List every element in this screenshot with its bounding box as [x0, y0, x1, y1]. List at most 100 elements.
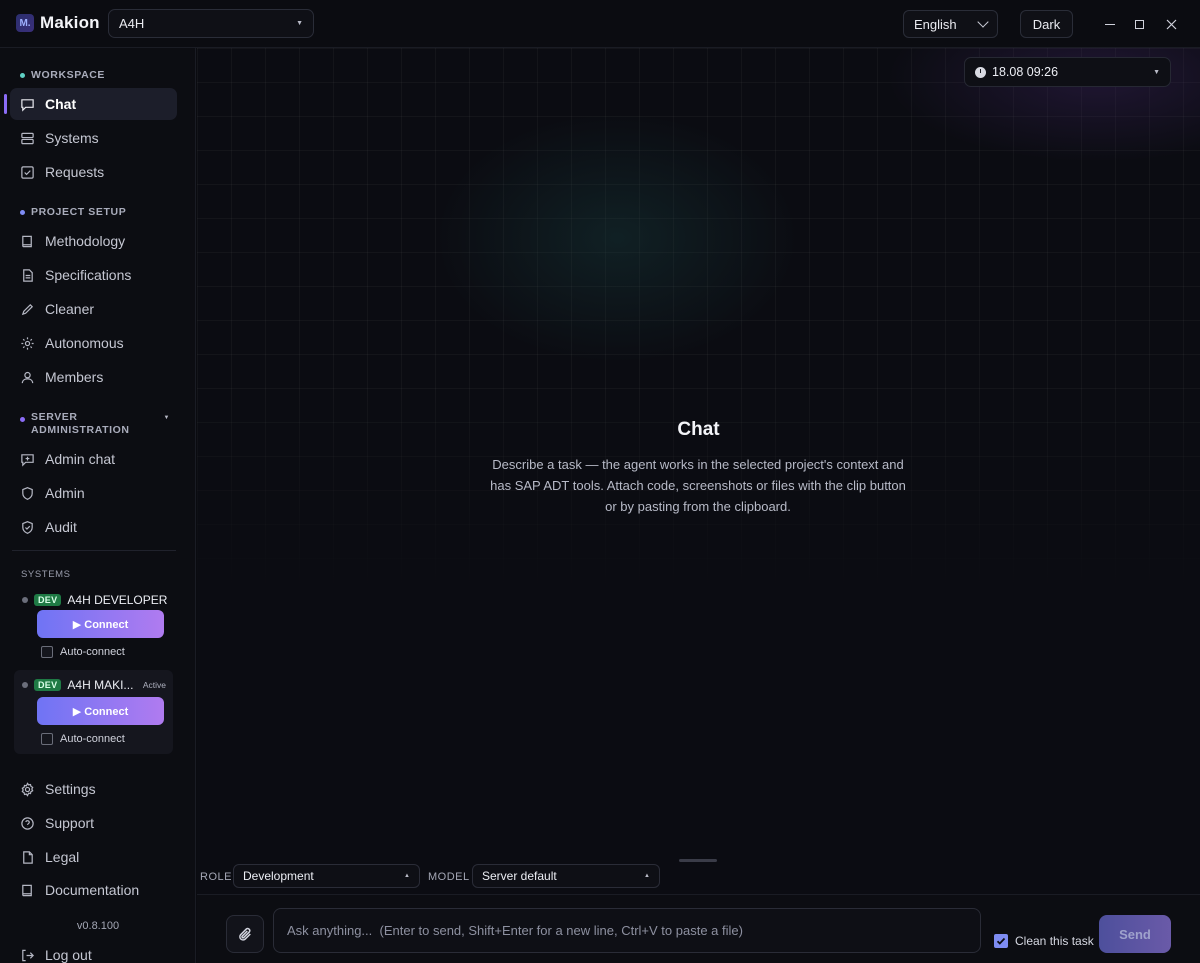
file-icon [23, 850, 33, 864]
section-title-text: PROJECT SETUP [31, 206, 127, 218]
system-name: A4H DEVELOPER [67, 593, 168, 607]
systems-title: SYSTEMS [21, 569, 71, 580]
chevron-down-icon [977, 16, 989, 28]
active-indicator [4, 94, 7, 114]
minimize-button[interactable] [1100, 14, 1120, 34]
sidebar-item-label: Support [45, 815, 95, 831]
sidebar-item-label: Admin chat [45, 451, 116, 467]
section-title-line1: SERVER [31, 411, 78, 423]
send-button[interactable]: Send [1099, 915, 1171, 953]
auto-connect-checkbox[interactable] [41, 733, 53, 745]
role-select[interactable]: Development ▲ [233, 864, 420, 888]
sidebar-item-label: Documentation [45, 882, 140, 898]
auto-connect-row[interactable]: Auto-connect [41, 646, 125, 658]
app-logo: M. Makion [16, 13, 100, 33]
sidebar-item-specifications[interactable]: Specifications [10, 259, 177, 291]
connect-button[interactable]: ▶ Connect [37, 697, 164, 725]
book-icon [22, 884, 32, 896]
role-select-value: Development [243, 869, 314, 883]
chat-main-area: 18.08 09:26 ▼ Chat Describe a task — the… [197, 48, 1200, 894]
theme-toggle-button[interactable]: Dark [1020, 10, 1073, 38]
auto-connect-checkbox[interactable] [41, 646, 53, 658]
auto-connect-label: Auto-connect [60, 646, 125, 658]
caret-down-icon: ▼ [296, 20, 303, 27]
sidebar-item-chat[interactable]: Chat [10, 88, 177, 120]
section-title-text: WORKSPACE [31, 69, 106, 81]
connect-button[interactable]: ▶ Connect [37, 610, 164, 638]
divider [12, 550, 176, 551]
logout-icon [22, 949, 34, 961]
system-name: A4H MAKI... [67, 678, 134, 692]
sidebar-item-label: Systems [45, 130, 99, 146]
project-select[interactable]: A4H ▼ [108, 9, 314, 38]
maximize-button[interactable] [1129, 14, 1149, 34]
system-card: DEV A4H DEVELOPER ▶ Connect Auto-connect [14, 585, 173, 665]
auto-connect-row[interactable]: Auto-connect [41, 733, 125, 745]
shield-check-icon [22, 520, 33, 534]
clean-task-checkbox[interactable] [994, 934, 1008, 948]
model-select[interactable]: Server default ▲ [472, 864, 660, 888]
sidebar-item-admin[interactable]: Admin [10, 477, 177, 509]
sidebar-item-label: Requests [45, 164, 105, 180]
caret-down-icon: ▼ [1153, 68, 1160, 76]
page-title: Chat [677, 419, 720, 440]
caret-up-icon: ▲ [404, 873, 410, 879]
close-button[interactable] [1161, 14, 1181, 34]
sidebar-item-label: Admin [45, 485, 85, 501]
sidebar-item-audit[interactable]: Audit [10, 511, 177, 543]
clean-task-row[interactable]: Clean this task [994, 934, 1094, 948]
sidebar-item-members[interactable]: Members [10, 361, 177, 393]
attach-button[interactable] [226, 915, 264, 953]
logo-mark-icon: M. [16, 14, 34, 32]
chat-icon [21, 98, 34, 112]
composer: Clean this task Send [197, 894, 1200, 963]
chat-input[interactable] [273, 908, 981, 953]
section-title-server-administration[interactable]: SERVER ADMINISTRATION ▼ [20, 411, 170, 437]
section-title-text: SERVER ADMINISTRATION [31, 411, 130, 437]
status-dot-icon [22, 682, 28, 688]
sun-icon [21, 336, 34, 350]
sidebar-item-label: Chat [45, 96, 77, 112]
shield-icon [22, 486, 33, 500]
model-label: MODEL [428, 871, 470, 883]
session-date-select[interactable]: 18.08 09:26 ▼ [964, 57, 1171, 87]
sidebar-item-support[interactable]: Support [10, 807, 177, 839]
sidebar-item-settings[interactable]: Settings [10, 773, 177, 805]
system-header: DEV A4H DEVELOPER [22, 593, 172, 607]
app-name: Makion [40, 13, 100, 32]
sidebar-item-autonomous[interactable]: Autonomous [10, 327, 177, 359]
pencil-icon [21, 303, 34, 315]
active-status: Active [142, 680, 166, 690]
sidebar-item-systems[interactable]: Systems [10, 122, 177, 154]
sidebar-item-label: Cleaner [45, 301, 95, 317]
section-title-workspace: WORKSPACE [20, 69, 105, 81]
logout-button[interactable]: Log out [10, 939, 177, 963]
section-dot-icon [20, 73, 25, 78]
sidebar-item-label: Audit [45, 519, 77, 535]
sidebar-item-requests[interactable]: Requests [10, 156, 177, 188]
project-select-value: A4H [119, 16, 145, 31]
sidebar-item-methodology[interactable]: Methodology [10, 225, 177, 257]
session-date-value: 18.08 09:26 [992, 65, 1059, 79]
server-icon [21, 132, 34, 144]
model-select-value: Server default [482, 869, 557, 883]
role-label: ROLE [200, 871, 232, 883]
sidebar-item-label: Autonomous [45, 335, 124, 351]
auto-connect-label: Auto-connect [60, 733, 125, 745]
sidebar-item-documentation[interactable]: Documentation [10, 874, 177, 906]
app-version: v0.8.100 [76, 920, 120, 932]
clean-task-label: Clean this task [1015, 934, 1094, 948]
sidebar-item-admin-chat[interactable]: Admin chat [10, 443, 177, 475]
message-plus-icon [21, 453, 34, 467]
sidebar-item-legal[interactable]: Legal [10, 841, 177, 873]
checkbox-icon [21, 165, 34, 179]
caret-down-icon: ▼ [163, 415, 170, 421]
language-select[interactable]: English [903, 10, 998, 38]
resize-handle[interactable] [679, 859, 717, 862]
clock-icon [975, 66, 986, 78]
system-card-active: DEV A4H MAKI... Active ▶ Connect Auto-co… [14, 670, 173, 754]
sidebar-item-label: Specifications [45, 267, 132, 283]
env-badge: DEV [34, 594, 62, 606]
paperclip-icon [238, 927, 251, 941]
sidebar-item-cleaner[interactable]: Cleaner [10, 293, 177, 325]
